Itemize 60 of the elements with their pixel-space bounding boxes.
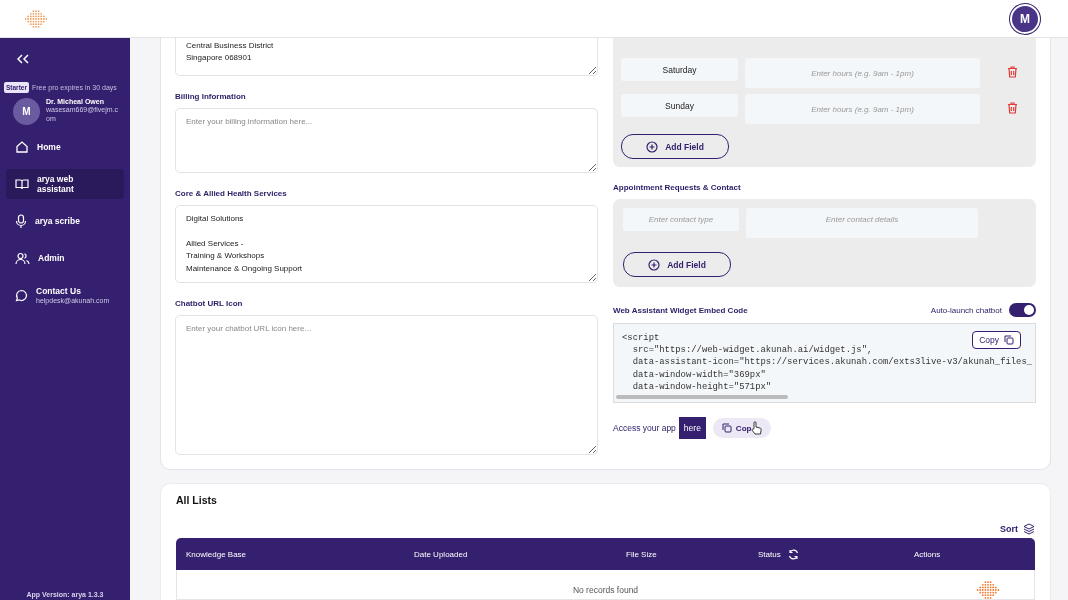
- refresh-icon[interactable]: [787, 548, 799, 560]
- collapse-icon[interactable]: [17, 54, 29, 64]
- nav-item[interactable]: Home: [6, 132, 124, 162]
- day-field: Sunday: [621, 94, 738, 117]
- microphone-icon: [15, 213, 27, 229]
- field-label: Billing Information: [175, 92, 247, 101]
- code-line: data-window-width="369px": [631, 368, 766, 381]
- delete-icon[interactable]: [1007, 102, 1018, 114]
- sort-button[interactable]: Sort: [1000, 523, 1035, 535]
- pointer-cursor-icon: [751, 421, 763, 435]
- layers-icon: [1023, 523, 1035, 535]
- field-label: Core & Allied Health Services: [175, 189, 288, 198]
- empty-message: No records found: [572, 585, 639, 595]
- column-header: Status: [758, 548, 914, 560]
- copy-button[interactable]: Copy: [972, 331, 1021, 349]
- add-field-button[interactable]: Add Field: [621, 134, 729, 159]
- add-field-button[interactable]: Add Field: [623, 252, 731, 277]
- copy-icon: [721, 423, 732, 433]
- copy-icon: [1004, 335, 1014, 345]
- nav-item[interactable]: Admin: [6, 243, 124, 273]
- access-text: Access your app: [613, 423, 676, 433]
- day-field: Saturday: [621, 58, 738, 81]
- column-header: Actions: [914, 549, 942, 559]
- book-icon: [15, 178, 29, 190]
- address-field[interactable]: Central Business District Singapore 068901: [175, 38, 598, 76]
- app-link[interactable]: here: [678, 417, 706, 439]
- home-icon: [15, 140, 29, 154]
- auto-launch-toggle[interactable]: [1009, 303, 1036, 317]
- contact-details-field[interactable]: Enter contact details: [746, 208, 978, 238]
- code-line: <script: [622, 332, 660, 345]
- contact-type-field[interactable]: Enter contact type: [623, 208, 739, 231]
- column-header: Date Uploaded: [414, 549, 469, 559]
- section-title: All Lists: [176, 494, 217, 506]
- code-line: data-window-height="571px": [631, 380, 772, 393]
- services-field[interactable]: Digital Solutions Allied Services - Training & Workshops Maintenance & Ongoing Support: [175, 205, 598, 283]
- chat-icon: [15, 288, 28, 302]
- hours-field[interactable]: Enter hours (e.g. 9am - 1pm): [745, 94, 980, 124]
- field-label: Appointment Requests & Contact: [613, 183, 742, 192]
- scrollbar-thumb[interactable]: [616, 395, 788, 399]
- column-header: Knowledge Base: [186, 549, 248, 559]
- users-icon: [15, 251, 30, 265]
- hours-field[interactable]: Enter hours (e.g. 9am - 1pm): [745, 58, 980, 88]
- chatbot-icon-field[interactable]: Enter your chatbot URL icon here...: [175, 315, 598, 455]
- delete-icon[interactable]: [1007, 66, 1018, 78]
- logo-icon: [25, 8, 47, 29]
- field-label: Web Assistant Widget Embed Code: [613, 305, 748, 315]
- user-avatar: M: [13, 98, 40, 125]
- column-header: File Size: [626, 549, 658, 559]
- plus-circle-icon: [646, 140, 659, 153]
- loading-icon: [976, 581, 1000, 599]
- toggle-label: Auto-launch chatbot: [930, 305, 1002, 315]
- code-line: data-assistant-icon="https://services.akunah.com/exts3live-v3/akunah_files_: [631, 356, 1033, 369]
- billing-field[interactable]: Enter your billing information here...: [175, 108, 598, 173]
- nav-item[interactable]: arya scribe: [6, 206, 124, 236]
- user-avatar[interactable]: M: [1010, 3, 1040, 34]
- code-line: src="https://web-widget.akunah.ai/widget.js",: [631, 344, 873, 357]
- field-label: Chatbot URL Icon: [175, 299, 244, 308]
- plus-circle-icon: [648, 258, 661, 271]
- nav-item[interactable]: arya web assistant: [6, 169, 124, 199]
- copy-button[interactable]: Cop: [712, 418, 772, 438]
